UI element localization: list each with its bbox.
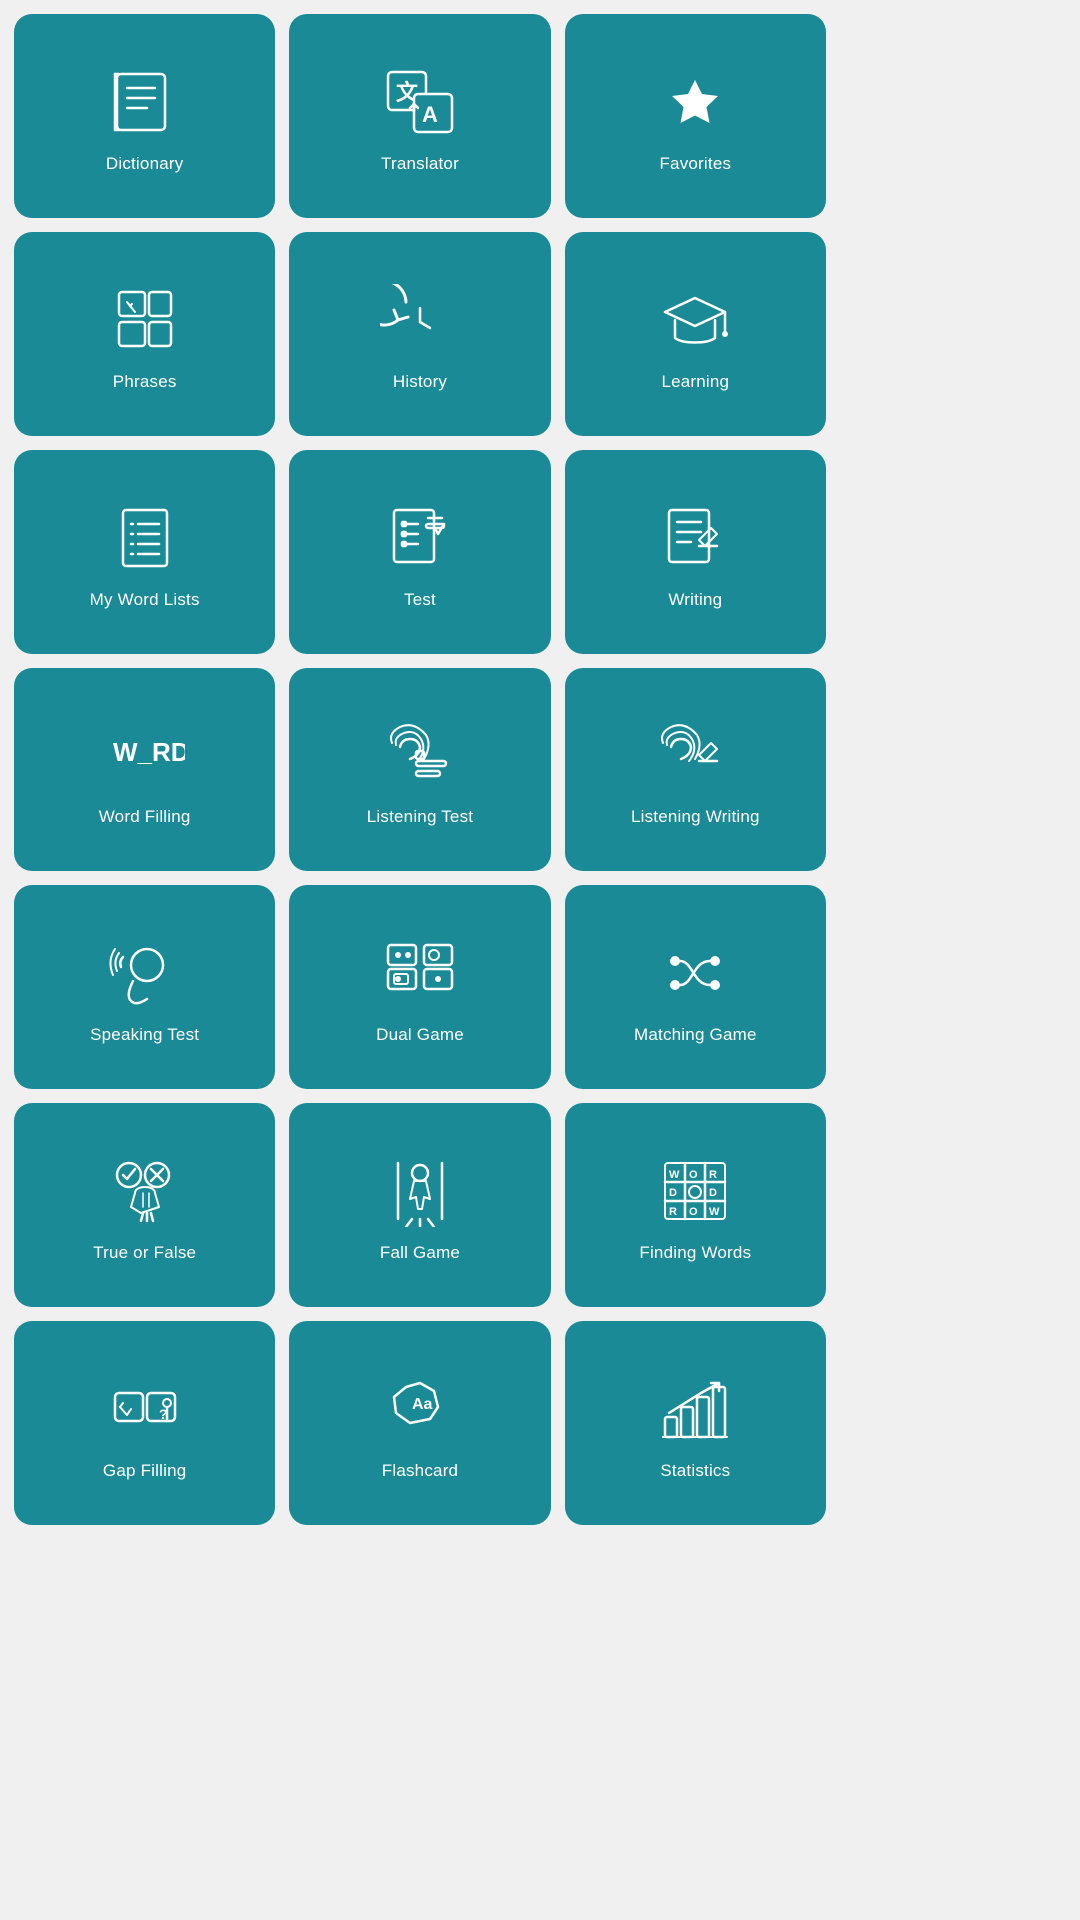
statistics-label: Statistics xyxy=(660,1461,730,1481)
speaking-test-label: Speaking Test xyxy=(90,1025,199,1045)
tile-statistics[interactable]: Statistics xyxy=(565,1321,826,1525)
svg-text:W: W xyxy=(709,1206,720,1218)
phrases-icon xyxy=(100,280,190,360)
learning-label: Learning xyxy=(661,372,729,392)
listening-writing-label: Listening Writing xyxy=(631,807,760,827)
matching-game-icon xyxy=(650,933,740,1013)
dictionary-label: Dictionary xyxy=(106,154,184,174)
svg-text:R: R xyxy=(669,1206,677,1218)
my-word-lists-label: My Word Lists xyxy=(90,590,200,610)
word-filling-label: Word Filling xyxy=(99,807,191,827)
tile-speaking-test[interactable]: Speaking Test xyxy=(14,885,275,1089)
tile-learning[interactable]: Learning xyxy=(565,232,826,436)
fall-game-icon xyxy=(375,1151,465,1231)
true-or-false-label: True or False xyxy=(93,1243,196,1263)
history-icon xyxy=(375,280,465,360)
listening-writing-icon xyxy=(650,715,740,795)
fall-game-label: Fall Game xyxy=(380,1243,460,1263)
svg-text:D: D xyxy=(709,1187,717,1199)
tile-my-word-lists[interactable]: My Word Lists xyxy=(14,450,275,654)
tile-test[interactable]: Test xyxy=(289,450,550,654)
dictionary-icon xyxy=(100,62,190,142)
favorites-icon xyxy=(650,62,740,142)
listening-test-label: Listening Test xyxy=(367,807,473,827)
svg-text:O: O xyxy=(689,1169,698,1181)
app-grid: Dictionary 文 A Translator Favorites xyxy=(0,0,840,1539)
matching-game-label: Matching Game xyxy=(634,1025,757,1045)
translator-label: Translator xyxy=(381,154,459,174)
history-label: History xyxy=(393,372,447,392)
svg-text:O: O xyxy=(689,1206,698,1218)
tile-history[interactable]: History xyxy=(289,232,550,436)
tile-flashcard[interactable]: Aa Flashcard xyxy=(289,1321,550,1525)
svg-text:Aa: Aa xyxy=(412,1396,433,1413)
svg-text:W_RD: W_RD xyxy=(113,737,185,767)
translator-icon: 文 A xyxy=(375,62,465,142)
tile-dictionary[interactable]: Dictionary xyxy=(14,14,275,218)
tile-gap-filling[interactable]: ? Gap Filling xyxy=(14,1321,275,1525)
tile-matching-game[interactable]: Matching Game xyxy=(565,885,826,1089)
tile-translator[interactable]: 文 A Translator xyxy=(289,14,550,218)
flashcard-icon: Aa xyxy=(375,1369,465,1449)
phrases-label: Phrases xyxy=(113,372,177,392)
tile-finding-words[interactable]: W O R D D R O W Finding Words xyxy=(565,1103,826,1307)
svg-text:R: R xyxy=(709,1169,717,1181)
tile-phrases[interactable]: Phrases xyxy=(14,232,275,436)
my-word-lists-icon xyxy=(100,498,190,578)
writing-icon xyxy=(650,498,740,578)
svg-text:W: W xyxy=(669,1169,680,1181)
test-label: Test xyxy=(404,590,436,610)
test-icon xyxy=(375,498,465,578)
tile-listening-test[interactable]: Listening Test xyxy=(289,668,550,872)
tile-true-or-false[interactable]: True or False xyxy=(14,1103,275,1307)
writing-label: Writing xyxy=(668,590,722,610)
gap-filling-label: Gap Filling xyxy=(103,1461,186,1481)
speaking-test-icon xyxy=(100,933,190,1013)
svg-text:?: ? xyxy=(159,1406,168,1422)
tile-writing[interactable]: Writing xyxy=(565,450,826,654)
svg-text:D: D xyxy=(669,1187,677,1199)
tile-favorites[interactable]: Favorites xyxy=(565,14,826,218)
finding-words-icon: W O R D D R O W xyxy=(650,1151,740,1231)
tile-fall-game[interactable]: Fall Game xyxy=(289,1103,550,1307)
favorites-label: Favorites xyxy=(659,154,731,174)
tile-word-filling[interactable]: W_RD Word Filling xyxy=(14,668,275,872)
tile-listening-writing[interactable]: Listening Writing xyxy=(565,668,826,872)
finding-words-label: Finding Words xyxy=(639,1243,751,1263)
flashcard-label: Flashcard xyxy=(382,1461,458,1481)
statistics-icon xyxy=(650,1369,740,1449)
true-or-false-icon xyxy=(100,1151,190,1231)
tile-dual-game[interactable]: Dual Game xyxy=(289,885,550,1089)
listening-test-icon xyxy=(375,715,465,795)
gap-filling-icon: ? xyxy=(100,1369,190,1449)
word-filling-icon: W_RD xyxy=(100,715,190,795)
dual-game-label: Dual Game xyxy=(376,1025,464,1045)
dual-game-icon xyxy=(375,933,465,1013)
learning-icon xyxy=(650,280,740,360)
svg-text:A: A xyxy=(422,102,438,127)
